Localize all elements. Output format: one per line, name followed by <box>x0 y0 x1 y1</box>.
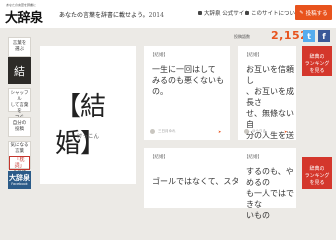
sidebar-my-posts-line2: 投稿 <box>15 127 24 132</box>
sidebar-featured-line1: 気になる言葉 <box>10 143 29 154</box>
sidebar-facebook-label: Facebook <box>11 182 28 186</box>
card-line: お互いを信頼し <box>246 65 294 85</box>
card-author: 三日月ゆれ ➤ <box>150 129 221 134</box>
about-label: このサイトについて <box>251 11 301 17</box>
sidebar-facebook[interactable]: 大辞泉 Facebook <box>8 171 31 189</box>
author-name: 三日月ゆれ <box>158 129 176 133</box>
card-word-tag: 【結婚】 <box>150 155 168 160</box>
card-line: いもの <box>246 211 270 220</box>
official-site-label: 大辞泉 公式サイト <box>204 11 250 17</box>
sidebar-choose-word[interactable]: 言葉を 選ぶ <box>8 37 31 57</box>
book-icon <box>198 11 202 15</box>
sidebar-choose-word-line1: 言葉を <box>12 41 27 46</box>
card-word-tag: 【結婚】 <box>244 53 262 58</box>
post-button[interactable]: ✎ 投稿する <box>295 5 332 20</box>
site-logo[interactable]: 大辞泉 <box>5 7 43 26</box>
sidebar-featured-word[interactable]: 気になる言葉 「枕詞」 の意味 <box>8 141 31 176</box>
main-word-card: 【結婚】 けっこん <box>40 46 136 184</box>
post-count-label: 投稿語数 <box>234 34 250 39</box>
sidebar-shuffle-line1: シャッフル <box>10 91 29 102</box>
sidebar-my-posts-line1: 自分の <box>12 121 27 126</box>
ranking-line1: 辞典の <box>309 166 325 172</box>
card-line: するのも、やめるの <box>246 167 294 187</box>
ranking-line3: を見る <box>309 68 325 74</box>
card-definition: するのも、やめるの も一人ではできな いもの <box>246 166 296 221</box>
card-line: みるのも悪くないも <box>152 76 224 85</box>
sidebar-featured-word-box: 「枕詞」 <box>9 156 30 170</box>
arrow-right-icon: ➤ <box>218 129 222 134</box>
sidebar-shuffle[interactable]: シャッフル して言葉を つぐ <box>8 88 31 120</box>
card-line: せ、無條ない自 <box>246 109 294 129</box>
card-word-tag: 【結婚】 <box>150 53 168 58</box>
avatar <box>150 129 155 134</box>
card-word-tag: 【結婚】 <box>244 155 262 160</box>
tagline-year: 2014 <box>148 12 164 19</box>
card-line: 一生に一回はして <box>152 65 216 74</box>
header: あなたの言葉を辞書に 大辞泉 あなたの言葉を辞書に載せよう。2014 大辞泉 公… <box>0 0 336 28</box>
ranking-button[interactable]: 辞典の ランキング を見る <box>302 157 332 189</box>
card-line: 、お互いを成長さ <box>246 87 294 107</box>
ranking-line1: 辞典の <box>309 54 325 60</box>
avatar <box>244 129 249 134</box>
ranking-button[interactable]: 辞典の ランキング を見る <box>302 46 332 76</box>
pen-icon: ✎ <box>299 9 304 16</box>
sidebar-choose-word-line2: 選ぶ <box>15 47 24 52</box>
post-button-label: 投稿する <box>305 10 328 17</box>
ranking-line2: ランキング <box>304 173 330 179</box>
main-word: 【結婚】 <box>55 92 106 159</box>
facebook-icon[interactable]: f <box>318 30 330 42</box>
card-line: も一人ではできな <box>246 189 294 209</box>
official-site-link[interactable]: 大辞泉 公式サイト <box>198 9 250 17</box>
sidebar-my-posts[interactable]: 自分の 投稿 <box>8 117 31 137</box>
sidebar-current-word[interactable]: 結婚 <box>8 57 31 105</box>
card-line: の。 <box>152 87 168 96</box>
ranking-line2: ランキング <box>304 61 330 67</box>
card-definition: 一生に一回はして みるのも悪くないも の。 <box>152 64 224 97</box>
definition-card[interactable]: 【結婚】 一生に一回はして みるのも悪くないも の。 三日月ゆれ ➤ <box>144 46 230 140</box>
sidebar-facebook-title: 大辞泉 <box>9 174 30 182</box>
sidebar-shuffle-line2: して言葉を <box>10 103 29 114</box>
about-link[interactable]: このサイトについて <box>245 9 300 17</box>
arrow-right-icon: ➤ <box>284 129 288 134</box>
definition-card[interactable]: 【結婚】 するのも、やめるの も一人ではできな いもの <box>238 148 296 220</box>
info-icon <box>245 11 249 15</box>
tagline: あなたの言葉を辞書に載せよう。2014 <box>59 10 164 19</box>
tagline-text: あなたの言葉を辞書に載せよう。 <box>59 12 149 19</box>
card-author: ゆうりる ➤ <box>244 129 287 134</box>
author-name: ゆうりる <box>252 129 266 133</box>
twitter-icon[interactable]: t <box>303 30 315 42</box>
ranking-line3: を見る <box>309 180 325 186</box>
main-word-reading: けっこん <box>76 134 99 140</box>
definition-card[interactable]: 【結婚】 お互いを信頼し 、お互いを成長さ せ、無條ない自 分の人生を送 ゆうり… <box>238 46 296 140</box>
